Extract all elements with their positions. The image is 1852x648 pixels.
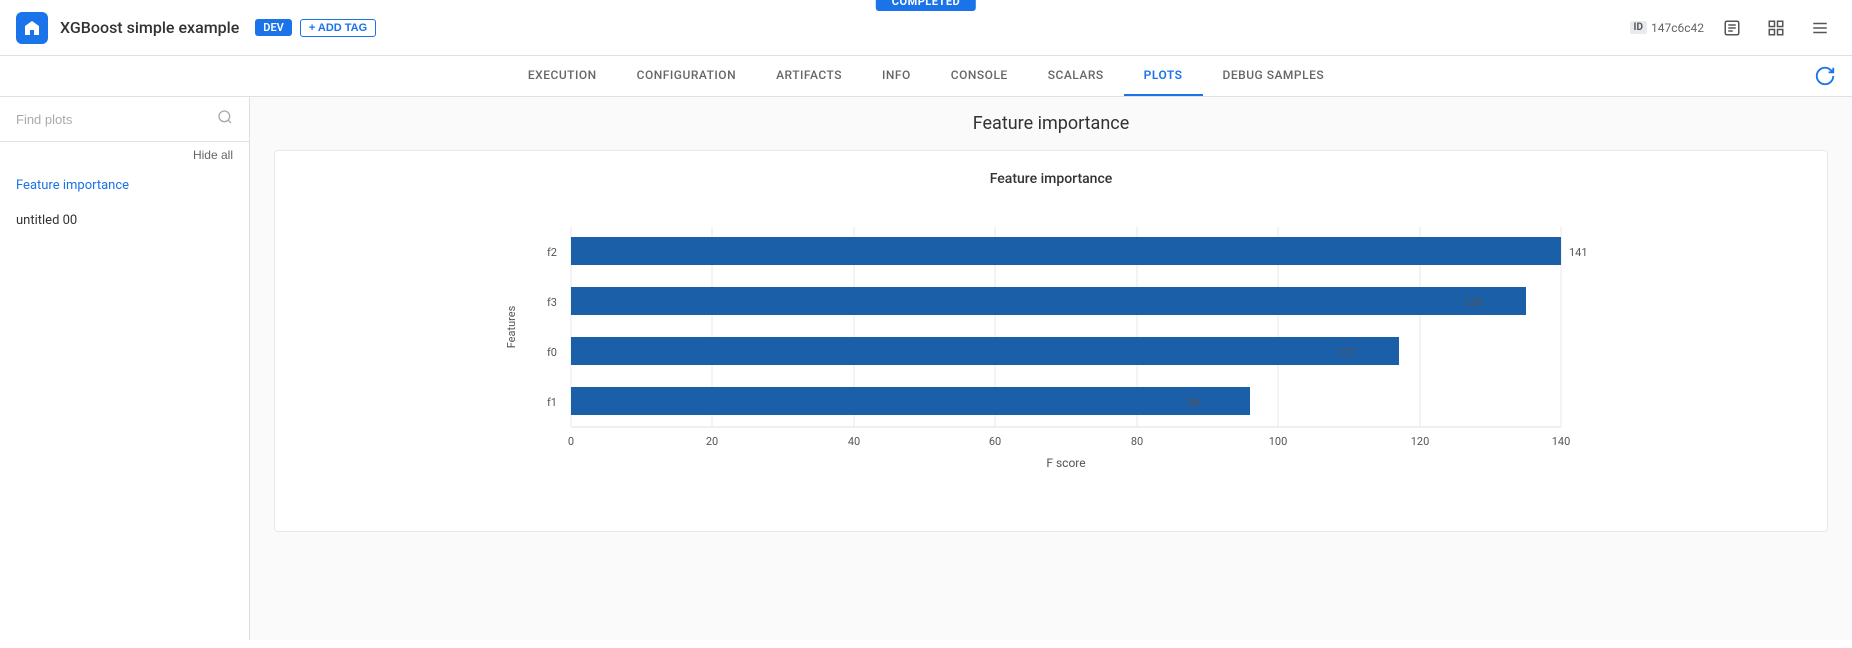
tab-info[interactable]: INFO — [862, 56, 931, 96]
x-axis-label: F score — [1046, 456, 1085, 470]
bar-f3-value: 135 — [1464, 296, 1483, 309]
search-input[interactable] — [16, 112, 209, 127]
bar-f0 — [571, 337, 1399, 365]
tab-configuration[interactable]: CONFIGURATION — [617, 56, 756, 96]
id-badge: ID 147c6c42 — [1630, 21, 1704, 35]
add-tag-button[interactable]: + ADD TAG — [300, 19, 376, 37]
completed-badge: COMPLETED — [876, 0, 976, 11]
hide-all-button[interactable]: Hide all — [193, 148, 233, 162]
tab-execution[interactable]: EXECUTION — [508, 56, 617, 96]
search-icon — [217, 109, 233, 129]
x-tick-20: 20 — [706, 435, 718, 448]
menu-icon-button[interactable] — [1804, 12, 1836, 44]
x-tick-140: 140 — [1552, 435, 1571, 448]
chart-container: Feature importance — [274, 150, 1828, 532]
x-tick-60: 60 — [989, 435, 1001, 448]
y-label-f0: f0 — [547, 346, 557, 359]
bar-f2-value: 141 — [1569, 246, 1588, 259]
tab-scalars[interactable]: SCALARS — [1028, 56, 1124, 96]
chart-subtitle: Feature importance — [305, 171, 1797, 187]
nav-tabs: EXECUTION CONFIGURATION ARTIFACTS INFO C… — [0, 56, 1852, 97]
bar-chart: 141 135 117 96 f2 f3 f0 f1 0 20 40 60 80… — [305, 207, 1797, 487]
dev-tag: DEV — [255, 19, 292, 36]
app-logo — [16, 12, 48, 44]
y-label-f1: f1 — [547, 396, 557, 409]
tab-plots[interactable]: PLOTS — [1124, 56, 1203, 96]
x-tick-80: 80 — [1131, 435, 1143, 448]
bar-f1-value: 96 — [1188, 396, 1200, 409]
x-tick-120: 120 — [1411, 435, 1430, 448]
bar-f0-value: 117 — [1337, 346, 1356, 359]
sidebar-item-untitled[interactable]: untitled 00 — [0, 203, 249, 238]
x-tick-0: 0 — [568, 435, 574, 448]
sidebar-item-feature-importance[interactable]: Feature importance — [0, 168, 249, 203]
x-tick-40: 40 — [848, 435, 860, 448]
bar-f2 — [571, 237, 1561, 265]
tab-artifacts[interactable]: ARTIFACTS — [756, 56, 862, 96]
id-label: ID — [1630, 21, 1647, 34]
chart-main-title: Feature importance — [274, 113, 1828, 134]
y-label-f3: f3 — [547, 296, 557, 309]
layout-icon-button[interactable] — [1760, 12, 1792, 44]
y-label-f2: f2 — [547, 246, 557, 259]
search-box — [0, 97, 249, 142]
top-bar: XGBoost simple example DEV + ADD TAG COM… — [0, 0, 1852, 56]
chart-inner: 141 135 117 96 f2 f3 f0 f1 0 20 40 60 80… — [305, 207, 1797, 491]
bar-f3 — [571, 287, 1526, 315]
description-icon-button[interactable] — [1716, 12, 1748, 44]
main-layout: Hide all Feature importance untitled 00 … — [0, 97, 1852, 640]
sidebar: Hide all Feature importance untitled 00 — [0, 97, 250, 640]
refresh-icon-button[interactable] — [1814, 65, 1836, 87]
hide-all-row: Hide all — [0, 142, 249, 168]
bar-f1 — [571, 387, 1250, 415]
tab-debug-samples[interactable]: DEBUG SAMPLES — [1203, 56, 1345, 96]
id-value: 147c6c42 — [1651, 21, 1704, 35]
app-title: XGBoost simple example — [60, 18, 239, 37]
tab-console[interactable]: CONSOLE — [931, 56, 1028, 96]
y-axis-label: Features — [505, 305, 518, 348]
top-right-icons: ID 147c6c42 — [1630, 12, 1836, 44]
x-tick-100: 100 — [1269, 435, 1288, 448]
chart-area: Feature importance Feature importance — [250, 97, 1852, 640]
